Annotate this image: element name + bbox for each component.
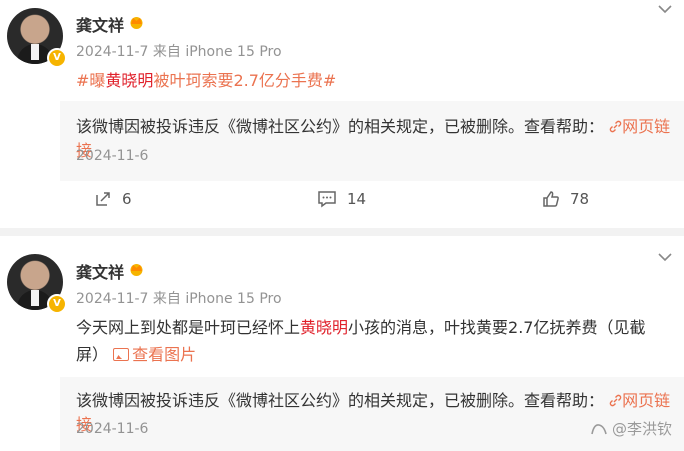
post-content: #曝黄晓明被叶珂索要2.7亿分手费# [76,67,672,94]
view-images-link[interactable]: 查看图片 [113,345,196,364]
crown-icon [130,264,143,276]
post-divider [0,228,684,236]
weibo-post: V 龚文祥 2024-11-7 来自 iPhone 15 Pro 今天网上到处都… [0,236,684,451]
post-meta: 2024-11-7 来自 iPhone 15 Pro [76,291,282,307]
repost-date: 2024-11-6 [76,148,149,164]
repost-icon [96,192,110,206]
watermark-logo-icon [591,423,607,434]
link-icon [609,120,622,133]
image-icon [113,348,130,361]
author-name[interactable]: 龚文祥 [76,259,124,283]
mention-highlight: 黄晓明 [300,318,349,337]
post-content: 今天网上到处都是叶珂已经怀上黄晓明小孩的消息，叶找黄要2.7亿抚养费（见截屏） … [76,318,646,364]
comment-button[interactable]: 14 [317,190,366,208]
watermark: @李洪钦 [590,418,672,439]
thumbs-up-icon [543,191,559,207]
repost-card[interactable]: 该微博因被投诉违反《微博社区公约》的相关规定，已被删除。查看帮助： 网页链接 2… [60,377,684,451]
author-name[interactable]: 龚文祥 [76,12,124,36]
verified-badge-icon: V [47,294,67,314]
repost-date: 2024-11-6 [76,421,149,437]
repost-button[interactable]: 6 [94,190,132,208]
chevron-down-icon[interactable] [658,250,672,266]
topic-link[interactable]: #曝黄晓明被叶珂索要2.7亿分手费# [76,71,336,90]
post-meta: 2024-11-7 来自 iPhone 15 Pro [76,44,282,60]
deleted-notice: 该微博因被投诉违反《微博社区公约》的相关规定，已被删除。查看帮助： 网页链接 [76,117,671,160]
chevron-down-icon[interactable] [658,2,672,18]
link-icon [609,394,622,407]
like-button[interactable]: 78 [542,190,589,208]
verified-badge-icon: V [47,48,67,68]
weibo-post: V 龚文祥 2024-11-7 来自 iPhone 15 Pro #曝黄晓明被叶… [0,0,684,228]
comment-icon [318,191,336,208]
action-bar: 6 14 78 [0,190,684,216]
repost-card[interactable]: 该微博因被投诉违反《微博社区公约》的相关规定，已被删除。查看帮助： 网页链接 2… [60,101,684,181]
crown-icon [130,17,143,29]
